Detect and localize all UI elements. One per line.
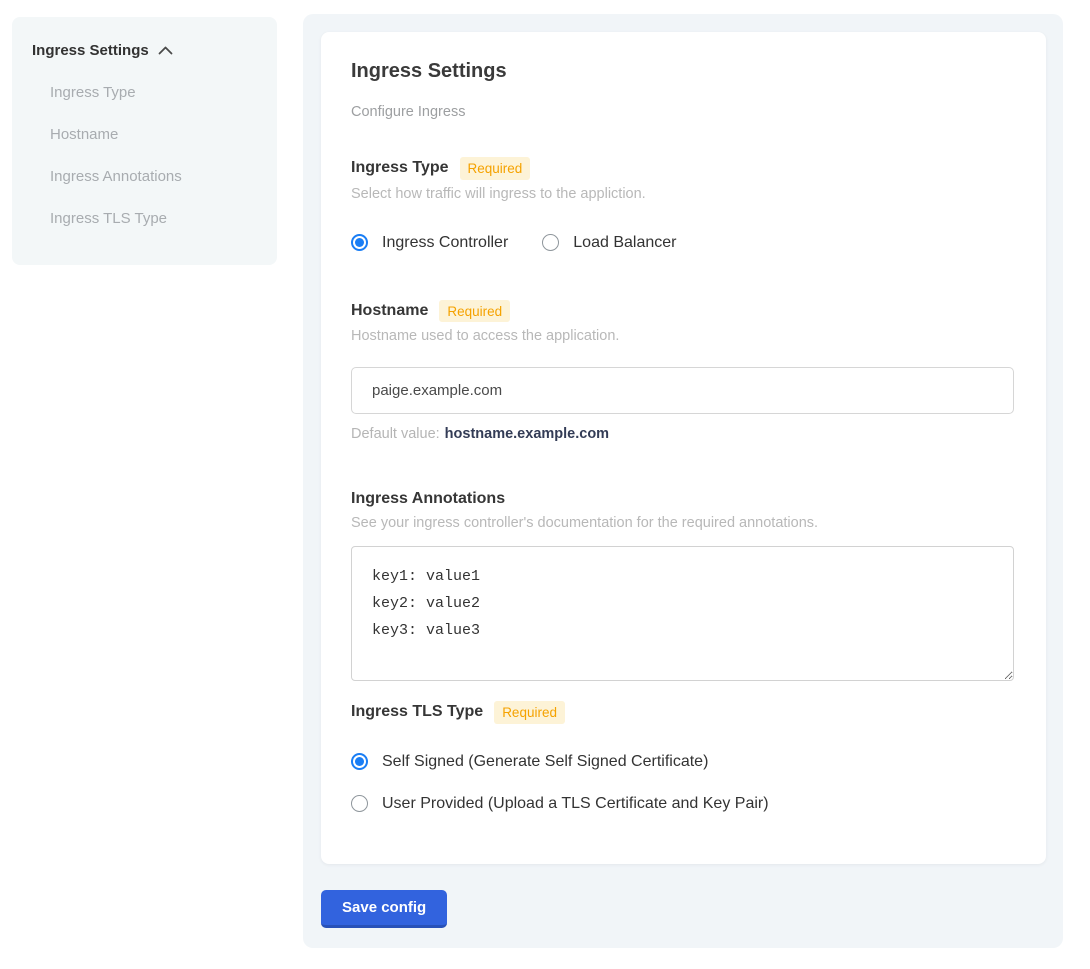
ingress-settings-card: Ingress Settings Configure Ingress Ingre… bbox=[321, 32, 1046, 864]
hostname-help: Hostname used to access the application. bbox=[351, 328, 1016, 344]
required-badge: Required bbox=[439, 300, 510, 323]
required-badge: Required bbox=[494, 701, 565, 724]
ingress-tls-type-label: Ingress TLS Type bbox=[351, 702, 483, 722]
save-config-button[interactable]: Save config bbox=[321, 890, 447, 928]
ingress-type-radio-group: Ingress Controller Load Balancer bbox=[351, 234, 1016, 252]
sidebar-group-label: Ingress Settings bbox=[32, 42, 149, 59]
field-group-ingress-type: Ingress Type Required Select how traffic… bbox=[351, 157, 1016, 252]
config-panel: Ingress Settings Configure Ingress Ingre… bbox=[303, 14, 1063, 948]
field-group-ingress-tls-type: Ingress TLS Type Required Self Signed (G… bbox=[351, 701, 1016, 813]
hostname-input[interactable] bbox=[351, 367, 1014, 414]
radio-option-self-signed[interactable]: Self Signed (Generate Self Signed Certif… bbox=[351, 753, 1016, 771]
ingress-tls-type-radio-group: Self Signed (Generate Self Signed Certif… bbox=[351, 753, 1016, 813]
radio-unselected-icon[interactable] bbox=[542, 234, 559, 251]
ingress-type-label: Ingress Type bbox=[351, 158, 449, 178]
required-badge: Required bbox=[460, 157, 531, 180]
sidebar-item-hostname[interactable]: Hostname bbox=[50, 127, 257, 143]
hostname-label: Hostname bbox=[351, 301, 428, 321]
ingress-annotations-textarea[interactable]: key1: value1 key2: value2 key3: value3 bbox=[351, 546, 1014, 681]
ingress-annotations-label: Ingress Annotations bbox=[351, 489, 505, 509]
radio-option-load-balancer[interactable]: Load Balancer bbox=[542, 234, 676, 252]
radio-option-label: Load Balancer bbox=[573, 234, 676, 252]
config-sidebar: Ingress Settings Ingress Type Hostname I… bbox=[12, 17, 277, 265]
sidebar-item-ingress-annotations[interactable]: Ingress Annotations bbox=[50, 169, 257, 185]
default-value-label: Default value: bbox=[351, 426, 440, 442]
radio-option-user-provided[interactable]: User Provided (Upload a TLS Certificate … bbox=[351, 795, 1016, 813]
radio-option-label: Ingress Controller bbox=[382, 234, 508, 252]
radio-selected-icon[interactable] bbox=[351, 234, 368, 251]
sidebar-item-ingress-type[interactable]: Ingress Type bbox=[50, 85, 257, 101]
chevron-up-icon bbox=[158, 46, 173, 55]
page-subtitle: Configure Ingress bbox=[351, 104, 1016, 120]
default-value-text: hostname.example.com bbox=[445, 426, 609, 442]
field-group-ingress-annotations: Ingress Annotations See your ingress con… bbox=[351, 489, 1016, 681]
radio-option-ingress-controller[interactable]: Ingress Controller bbox=[351, 234, 508, 252]
radio-option-label: Self Signed (Generate Self Signed Certif… bbox=[382, 753, 708, 771]
hostname-default-line: Default value: hostname.example.com bbox=[351, 426, 1016, 442]
sidebar-group-ingress-settings[interactable]: Ingress Settings bbox=[32, 42, 257, 59]
radio-selected-icon[interactable] bbox=[351, 753, 368, 770]
radio-option-label: User Provided (Upload a TLS Certificate … bbox=[382, 795, 769, 813]
sidebar-item-ingress-tls-type[interactable]: Ingress TLS Type bbox=[50, 211, 257, 227]
field-group-hostname: Hostname Required Hostname used to acces… bbox=[351, 300, 1016, 443]
page-title: Ingress Settings bbox=[351, 60, 1016, 82]
ingress-type-help: Select how traffic will ingress to the a… bbox=[351, 186, 1016, 202]
radio-unselected-icon[interactable] bbox=[351, 795, 368, 812]
ingress-annotations-help: See your ingress controller's documentat… bbox=[351, 515, 1016, 531]
